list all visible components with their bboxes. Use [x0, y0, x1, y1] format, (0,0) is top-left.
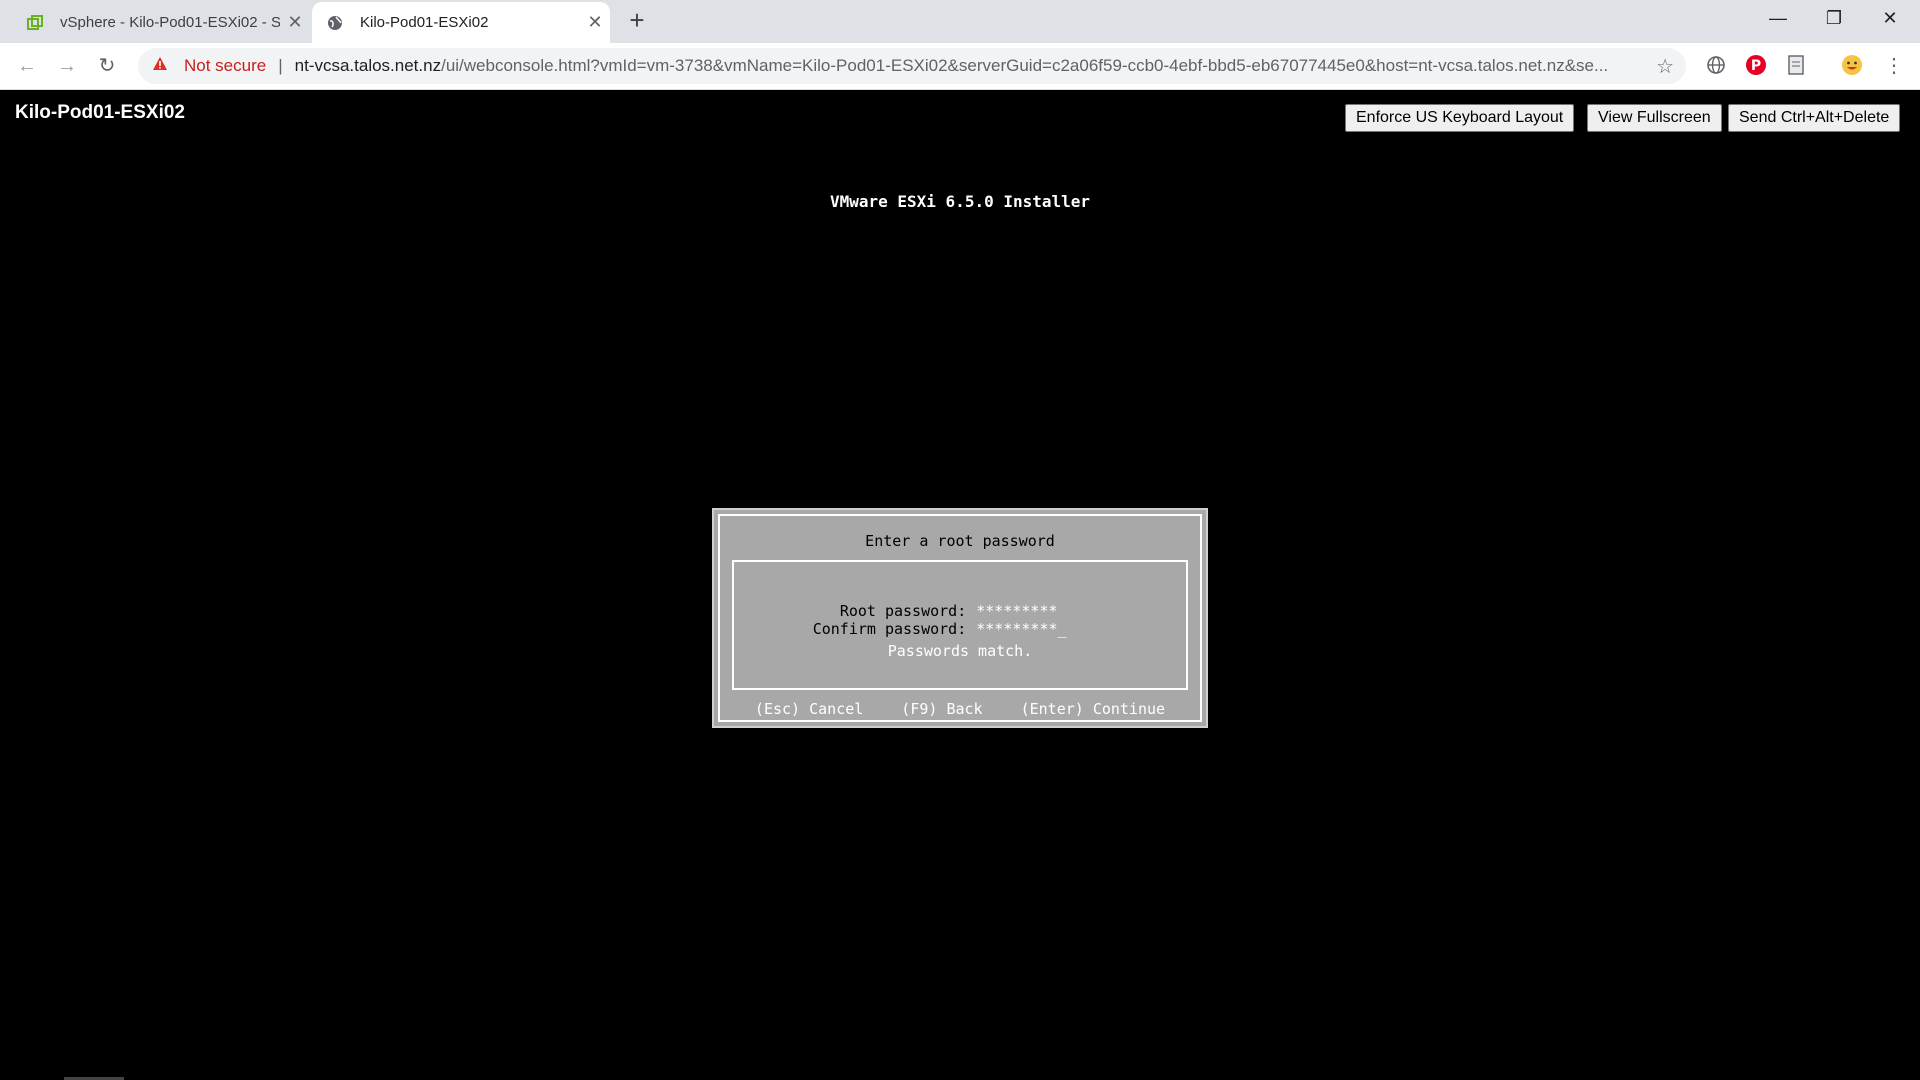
confirm-password-field[interactable]: *********_: [976, 620, 1066, 638]
send-ctrl-alt-delete-button[interactable]: Send Ctrl+Alt+Delete: [1728, 104, 1901, 132]
minimize-icon[interactable]: —: [1750, 0, 1806, 38]
dialog-key-hints: (Esc) Cancel (F9) Back (Enter) Continue: [720, 700, 1200, 718]
bookmark-star-icon[interactable]: ☆: [1656, 54, 1674, 79]
dialog-title: Enter a root password: [865, 532, 1055, 550]
password-fields-box: Root password: ********* Confirm password…: [732, 560, 1188, 690]
url-host: nt-vcsa.talos.net.nz: [294, 56, 442, 75]
installer-title: VMware ESXi 6.5.0 Installer: [829, 192, 1091, 211]
security-status[interactable]: Not secure: [184, 56, 266, 76]
restore-icon[interactable]: ❐: [1806, 0, 1862, 38]
vm-name-title: Kilo-Pod01-ESXi02: [15, 102, 185, 123]
view-fullscreen-button[interactable]: View Fullscreen: [1587, 104, 1722, 132]
tab-title: Kilo-Pod01-ESXi02: [360, 14, 489, 31]
confirm-password-label: Confirm password:: [812, 620, 967, 638]
close-icon[interactable]: ✕: [580, 12, 610, 33]
new-tab-button[interactable]: +: [622, 5, 652, 35]
console-header: Kilo-Pod01-ESXi02 Enforce US Keyboard La…: [0, 90, 1920, 140]
cancel-key-hint[interactable]: (Esc) Cancel: [755, 700, 863, 718]
back-arrow-icon[interactable]: ←: [12, 51, 42, 81]
browser-tab-vsphere[interactable]: vSphere - Kilo-Pod01-ESXi02 - Su ✕: [6, 2, 310, 43]
password-match-status: Passwords match.: [887, 642, 1033, 660]
document-extension-icon[interactable]: [1784, 53, 1808, 77]
close-icon[interactable]: ✕: [280, 12, 310, 33]
dialog-frame: Enter a root password Root password: ****…: [718, 514, 1202, 722]
continue-key-hint[interactable]: (Enter) Continue: [1021, 700, 1166, 718]
close-window-icon[interactable]: ✕: [1862, 0, 1918, 38]
globe-extension-icon[interactable]: [1704, 53, 1728, 77]
browser-toolbar: ← → ↻ Not secure | nt-vcsa.talos.net.nz …: [0, 43, 1920, 90]
enforce-keyboard-button[interactable]: Enforce US Keyboard Layout: [1345, 104, 1575, 132]
address-bar[interactable]: Not secure | nt-vcsa.talos.net.nz /ui/we…: [138, 48, 1686, 84]
vsphere-icon: [26, 14, 44, 32]
address-divider: |: [278, 56, 283, 75]
globe-icon: [326, 14, 344, 32]
menu-kebab-icon[interactable]: ⋮: [1882, 53, 1906, 77]
profile-avatar-icon[interactable]: [1840, 53, 1864, 77]
forward-arrow-icon[interactable]: →: [52, 51, 82, 81]
pinterest-icon[interactable]: P: [1744, 53, 1768, 77]
root-password-dialog: Enter a root password Root password: ****…: [712, 508, 1208, 728]
warning-triangle-icon: [152, 56, 172, 76]
tab-title: vSphere - Kilo-Pod01-ESXi02 - Su: [60, 14, 280, 31]
url-path: /ui/webconsole.html?vmId=vm-3738&vmName=…: [441, 56, 1609, 75]
browser-tab-console[interactable]: Kilo-Pod01-ESXi02 ✕: [312, 2, 610, 43]
browser-tab-strip: vSphere - Kilo-Pod01-ESXi02 - Su ✕ Kilo-…: [0, 0, 1920, 43]
svg-text:P: P: [1751, 58, 1761, 74]
back-key-hint[interactable]: (F9) Back: [901, 700, 982, 718]
reload-icon[interactable]: ↻: [92, 51, 122, 81]
